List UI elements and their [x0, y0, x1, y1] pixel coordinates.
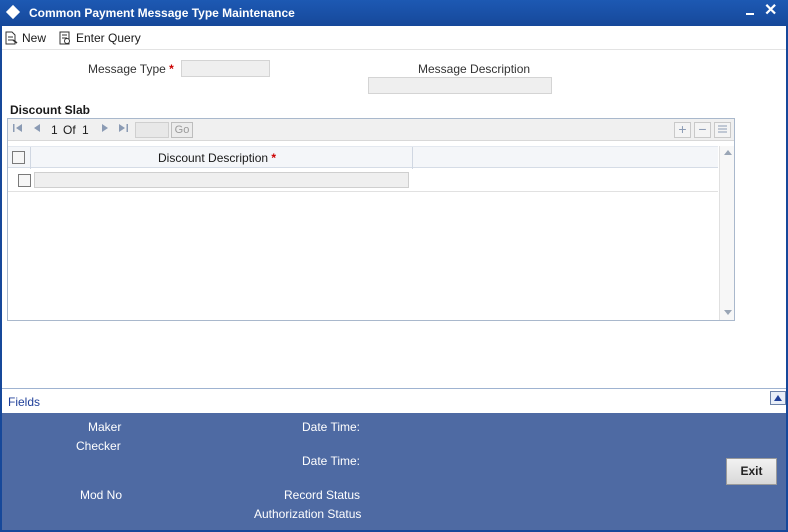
- go-button[interactable]: Go: [171, 122, 193, 138]
- new-button[interactable]: New: [4, 29, 46, 47]
- grid-vertical-scrollbar[interactable]: [719, 146, 734, 320]
- discount-description-input[interactable]: [34, 172, 409, 188]
- row-checkbox[interactable]: [18, 174, 31, 187]
- discount-slab-title: Discount Slab: [10, 103, 91, 117]
- message-type-label: Message Type *: [88, 62, 174, 76]
- grid-header-row: Discount Description *: [8, 146, 718, 169]
- grid-pager: 1 Of 1 Go + −: [8, 119, 734, 141]
- last-page-icon[interactable]: [117, 122, 129, 137]
- message-description-input[interactable]: [368, 77, 552, 94]
- scroll-down-icon[interactable]: [724, 310, 732, 315]
- message-type-label-text: Message Type: [88, 62, 166, 76]
- select-all-checkbox[interactable]: [12, 151, 25, 164]
- minimize-icon[interactable]: [744, 7, 756, 19]
- query-icon: [58, 31, 72, 45]
- window-diamond-icon: [5, 4, 21, 20]
- checker-date-time-label: Date Time:: [302, 454, 361, 468]
- fields-link[interactable]: Fields: [8, 395, 40, 409]
- table-row: [8, 168, 718, 192]
- first-page-icon[interactable]: [12, 122, 24, 137]
- authorization-status-label: Authorization Status: [254, 507, 362, 521]
- maker-label: Maker: [88, 420, 122, 434]
- maker-date-time-label: Date Time:: [302, 420, 361, 434]
- window-title: Common Payment Message Type Maintenance: [29, 6, 295, 20]
- single-view-icon[interactable]: [714, 122, 731, 138]
- total-pages: 1: [82, 123, 89, 137]
- delete-row-icon[interactable]: −: [694, 122, 711, 138]
- new-document-icon: [4, 31, 18, 45]
- discount-description-header: Discount Description *: [158, 151, 276, 165]
- scroll-up-icon[interactable]: [724, 150, 732, 155]
- toolbar: New Enter Query: [2, 26, 786, 50]
- column-divider: [412, 147, 413, 169]
- message-description-label: Message Description: [418, 62, 531, 76]
- record-status-label: Record Status: [284, 488, 361, 502]
- previous-page-icon[interactable]: [32, 122, 42, 137]
- column-divider: [30, 147, 31, 169]
- mod-no-label: Mod No: [80, 488, 123, 502]
- expand-fields-icon[interactable]: [770, 391, 786, 405]
- audit-footer: Maker Checker Mod No Date Time: Date Tim…: [2, 413, 786, 530]
- next-page-icon[interactable]: [100, 122, 110, 137]
- page-of-label: Of: [63, 123, 76, 137]
- exit-button[interactable]: Exit: [726, 458, 777, 485]
- current-page: 1: [51, 123, 58, 137]
- required-marker: *: [271, 151, 277, 165]
- required-marker: *: [169, 62, 174, 76]
- discount-slab-grid: 1 Of 1 Go + − Discount Description *: [7, 118, 735, 321]
- title-bar: Common Payment Message Type Maintenance …: [0, 0, 788, 26]
- close-icon[interactable]: ✕: [764, 2, 777, 20]
- add-row-icon[interactable]: +: [674, 122, 691, 138]
- checker-label: Checker: [76, 439, 121, 453]
- page-number-input[interactable]: [135, 122, 169, 138]
- enter-query-label: Enter Query: [76, 31, 141, 45]
- new-label: New: [22, 31, 47, 45]
- discount-description-header-text: Discount Description: [158, 151, 269, 165]
- enter-query-button[interactable]: Enter Query: [58, 29, 141, 47]
- fields-bar: Fields: [2, 388, 786, 413]
- message-type-input[interactable]: [181, 60, 270, 77]
